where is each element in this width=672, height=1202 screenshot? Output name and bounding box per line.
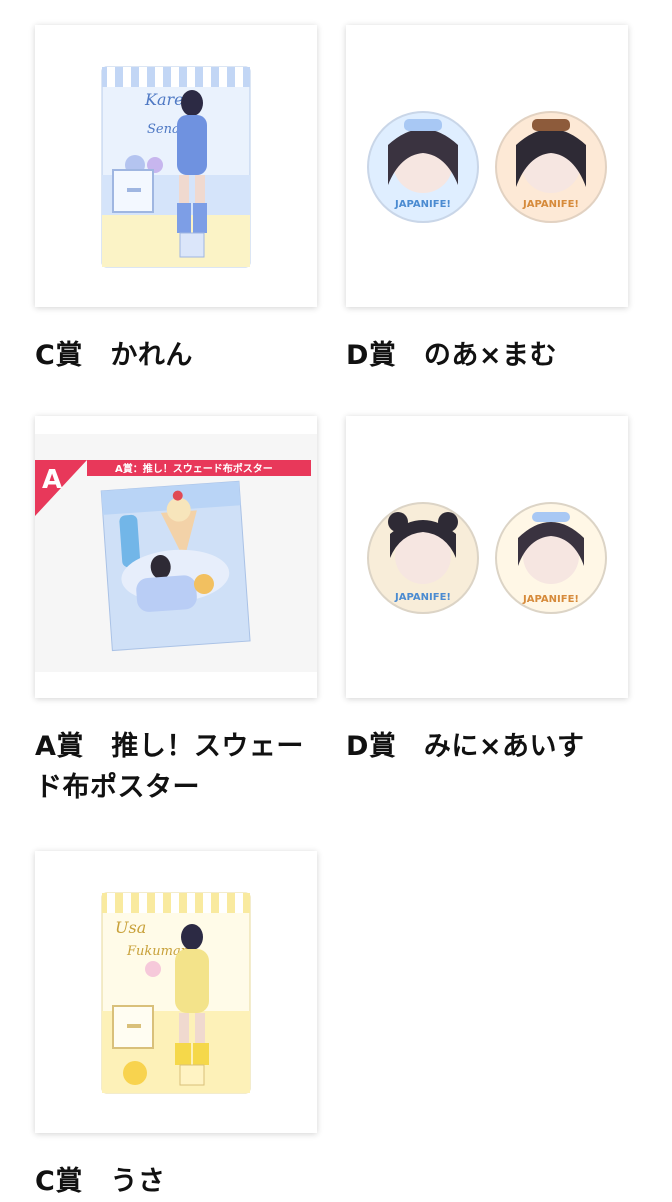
product-title[interactable]: D賞 のあ×まむ bbox=[346, 335, 628, 376]
product-image[interactable]: Usa Fukumaru bbox=[35, 851, 317, 1133]
badge-text: JAPANIFE! bbox=[394, 199, 451, 210]
product-image[interactable]: JAPANIFE! JAPANIFE! bbox=[346, 25, 628, 307]
product-title[interactable]: C賞 うさ bbox=[35, 1161, 317, 1202]
product-card-karen[interactable]: Karen Senata C賞 かれん bbox=[35, 25, 317, 376]
product-title[interactable]: C賞 かれん bbox=[35, 335, 317, 376]
can-badge-image: JAPANIFE! JAPANIFE! bbox=[367, 502, 607, 614]
poster-image: A A賞：推し！スウェード布ポスター bbox=[35, 416, 317, 698]
product-title[interactable]: D賞 みに×あいす bbox=[346, 726, 628, 767]
product-image[interactable]: JAPANIFE! JAPANIFE! bbox=[346, 416, 628, 698]
can-badge-image: JAPANIFE! JAPANIFE! bbox=[367, 111, 607, 223]
product-title[interactable]: A賞 推し！スウェード布ポスター bbox=[35, 726, 317, 808]
acrylic-stand-image: Karen Senata bbox=[101, 66, 251, 268]
stand-text-first: Usa bbox=[115, 918, 146, 937]
product-card-usa[interactable]: Usa Fukumaru C賞 うさ bbox=[35, 851, 317, 1202]
product-image[interactable]: Karen Senata bbox=[35, 25, 317, 307]
poster-heading: A賞：推し！スウェード布ポスター bbox=[115, 462, 273, 475]
product-card-noa-mamu[interactable]: JAPANIFE! JAPANIFE! D賞 のあ×まむ bbox=[346, 25, 628, 376]
rank-letter: A bbox=[42, 465, 62, 495]
product-card-poster[interactable]: A A賞：推し！スウェード布ポスター A賞 推し！スウェード布ポスター bbox=[35, 416, 317, 808]
badge-text: JAPANIFE! bbox=[522, 594, 579, 605]
badge-text: JAPANIFE! bbox=[394, 592, 451, 603]
acrylic-stand-image: Usa Fukumaru bbox=[101, 892, 251, 1094]
product-card-mini-aisu[interactable]: JAPANIFE! JAPANIFE! D賞 みに×あいす bbox=[346, 416, 628, 767]
badge-text: JAPANIFE! bbox=[522, 199, 579, 210]
product-image[interactable]: A A賞：推し！スウェード布ポスター bbox=[35, 416, 317, 698]
